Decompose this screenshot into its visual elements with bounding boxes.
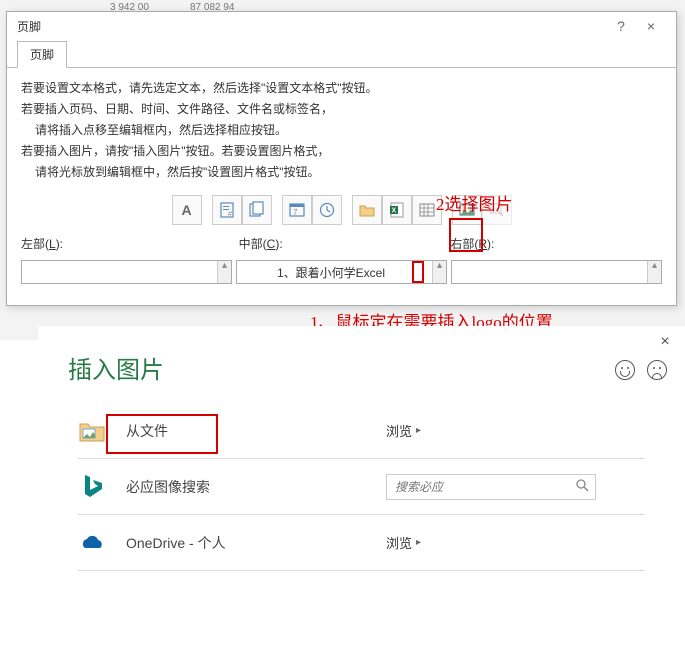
tab-strip: 页脚 — [7, 40, 676, 68]
smile-icon[interactable] — [615, 360, 635, 380]
svg-text:7: 7 — [293, 208, 298, 217]
sheet-icon — [418, 201, 436, 219]
chevron-right-icon: ▸ — [416, 537, 421, 548]
feedback-faces — [615, 360, 667, 380]
frown-icon[interactable] — [647, 360, 667, 380]
insert-picture-dialog: × 插入图片 从文件 浏览▸ 必应图像搜索 — [38, 326, 685, 662]
date-button[interactable]: 7 — [282, 195, 312, 225]
pages-button[interactable] — [242, 195, 272, 225]
filepath-button[interactable] — [352, 195, 382, 225]
svg-text:X: X — [391, 208, 396, 215]
section-labels: 左部(L): 中部(C): 右部(R): — [21, 235, 662, 252]
onedrive-icon — [78, 529, 106, 557]
left-section-label: 左部(L): — [21, 237, 63, 251]
format-picture-button — [482, 195, 512, 225]
format-picture-icon — [488, 201, 506, 219]
dialog-title: 页脚 — [17, 18, 606, 35]
bing-search-row[interactable]: 必应图像搜索 — [78, 459, 645, 515]
bing-search-box[interactable] — [386, 474, 596, 500]
time-button[interactable] — [312, 195, 342, 225]
instr-line: 若要设置文本格式，请先选定文本，然后选择"设置文本格式"按钮。 — [21, 78, 662, 99]
center-section-label: 中部(C): — [239, 237, 283, 251]
format-text-button[interactable]: A — [172, 195, 202, 225]
bing-icon — [78, 473, 106, 501]
highlight-from-file — [106, 414, 218, 454]
instr-line: 若要插入页码、日期、时间、文件路径、文件名或标签名， — [21, 99, 662, 120]
titlebar[interactable]: 页脚 ? × — [7, 12, 676, 40]
editor-row: 1、跟着小何学Excel — [7, 260, 676, 288]
bing-label: 必应图像搜索 — [126, 477, 386, 497]
close-button[interactable]: × — [653, 330, 677, 354]
instructions: 若要设置文本格式，请先选定文本，然后选择"设置文本格式"按钮。 若要插入页码、日… — [21, 78, 662, 183]
filename-button[interactable]: X — [382, 195, 412, 225]
footer-dialog: 页脚 ? × 页脚 若要设置文本格式，请先选定文本，然后选择"设置文本格式"按钮… — [6, 11, 677, 306]
text-a-icon: A — [181, 202, 191, 218]
browse-link[interactable]: 浏览▸ — [386, 533, 421, 552]
pages-icon — [248, 201, 266, 219]
source-list: 从文件 浏览▸ 必应图像搜索 — [38, 393, 685, 571]
page-number-button[interactable]: # — [212, 195, 242, 225]
sheet-name-button[interactable] — [412, 195, 442, 225]
insert-picture-button[interactable] — [452, 195, 482, 225]
close-button[interactable]: × — [636, 15, 666, 37]
instr-line: 请将光标放到编辑框中，然后按"设置图片格式"按钮。 — [21, 162, 662, 183]
search-icon[interactable] — [576, 479, 589, 495]
right-section-label: 右部(R): — [450, 237, 494, 251]
center-section-input[interactable]: 1、跟着小何学Excel — [236, 260, 447, 284]
browse-link[interactable]: 浏览▸ — [386, 421, 421, 440]
svg-text:#: # — [228, 211, 232, 218]
scroll-up-icon[interactable] — [432, 261, 446, 283]
center-section-value: 1、跟着小何学Excel — [243, 264, 440, 281]
onedrive-row[interactable]: OneDrive - 个人 浏览▸ — [78, 515, 645, 571]
bing-search-input[interactable] — [395, 480, 587, 494]
scroll-up-icon[interactable] — [647, 261, 661, 283]
scroll-up-icon[interactable] — [217, 261, 231, 283]
excel-file-icon: X — [388, 201, 406, 219]
help-button[interactable]: ? — [606, 15, 636, 37]
folder-icon — [358, 201, 376, 219]
onedrive-label: OneDrive - 个人 — [126, 533, 386, 553]
instr-line: 请将插入点移至编辑框内，然后选择相应按钮。 — [21, 120, 662, 141]
clock-icon — [318, 201, 336, 219]
calendar-icon: 7 — [288, 201, 306, 219]
footer-toolbar: A # 7 X — [21, 195, 662, 225]
page-icon: # — [218, 201, 236, 219]
folder-picture-icon — [78, 417, 106, 445]
chevron-right-icon: ▸ — [416, 425, 421, 436]
instr-line: 若要插入图片，请按"插入图片"按钮。若要设置图片格式， — [21, 141, 662, 162]
highlight-cursor — [412, 261, 424, 283]
dialog-title: 插入图片 — [38, 326, 685, 393]
right-section-input[interactable] — [451, 260, 662, 284]
left-section-input[interactable] — [21, 260, 232, 284]
tab-footer[interactable]: 页脚 — [17, 41, 67, 68]
picture-icon — [458, 201, 476, 219]
